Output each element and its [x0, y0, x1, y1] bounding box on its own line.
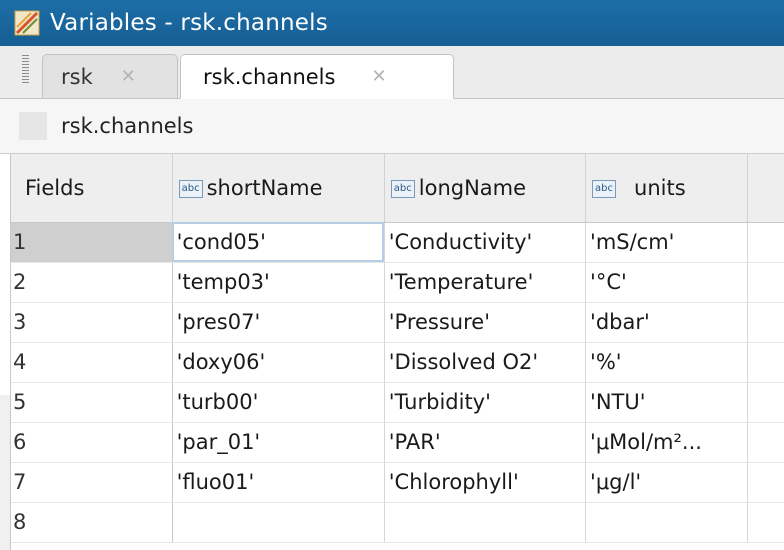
- table-row[interactable]: 6 'par_01' 'PAR' 'μMol/m²...: [11, 422, 784, 463]
- close-icon[interactable]: ✕: [121, 66, 136, 87]
- table-cell[interactable]: 'mS/cm': [585, 222, 748, 263]
- table-cell[interactable]: [747, 262, 784, 303]
- table-cell[interactable]: '°C': [585, 262, 748, 303]
- row-number[interactable]: 3: [11, 302, 173, 343]
- table-row[interactable]: 4 'doxy06' 'Dissolved O2' '%': [11, 342, 784, 383]
- row-number[interactable]: 7: [11, 462, 173, 503]
- row-number[interactable]: 4: [11, 342, 173, 383]
- table-row[interactable]: 8: [11, 502, 784, 543]
- tab-rsk-channels[interactable]: rsk.channels ✕: [180, 54, 454, 99]
- window-titlebar[interactable]: Variables - rsk.channels: [0, 0, 784, 46]
- table-cell[interactable]: [747, 462, 784, 503]
- row-number[interactable]: 2: [11, 262, 173, 303]
- table-cell[interactable]: 'par_01': [172, 422, 385, 463]
- table-cell[interactable]: [747, 342, 784, 383]
- table-cell[interactable]: 'cond05': [172, 222, 385, 263]
- table-cell[interactable]: 'Pressure': [384, 302, 587, 343]
- table-cell[interactable]: 'μMol/m²...: [585, 422, 748, 463]
- table-cell[interactable]: [747, 302, 784, 343]
- table-row[interactable]: 7 'fluo01' 'Chlorophyll' 'μg/l': [11, 462, 784, 503]
- drag-grip-icon[interactable]: [22, 55, 29, 83]
- column-label: longName: [418, 175, 527, 200]
- table-cell[interactable]: 'Turbidity': [384, 382, 587, 423]
- fields-header[interactable]: Fields: [11, 154, 173, 223]
- column-label: shortName: [206, 175, 323, 200]
- row-number[interactable]: 5: [11, 382, 173, 423]
- table-cell[interactable]: 'dbar': [585, 302, 748, 343]
- table-cell[interactable]: 'temp03': [172, 262, 385, 303]
- table-cell[interactable]: [747, 222, 784, 263]
- row-number[interactable]: 8: [11, 502, 173, 543]
- column-header-units[interactable]: abc units: [585, 154, 748, 223]
- column-header-longname[interactable]: abc longName: [384, 154, 587, 223]
- close-icon[interactable]: ✕: [371, 66, 386, 87]
- table-cell[interactable]: 'doxy06': [172, 342, 385, 383]
- table-row[interactable]: 2 'temp03' 'Temperature' '°C': [11, 262, 784, 303]
- table-cell[interactable]: 'μg/l': [585, 462, 748, 503]
- table-row[interactable]: 3 'pres07' 'Pressure' 'dbar': [11, 302, 784, 343]
- table-cell[interactable]: [172, 502, 385, 543]
- table-cell[interactable]: [747, 502, 784, 543]
- table-cell[interactable]: '%': [585, 342, 748, 383]
- tab-label: rsk: [61, 64, 93, 89]
- table-cell[interactable]: [585, 502, 748, 543]
- tab-strip: rsk ✕ rsk.channels ✕: [0, 46, 784, 99]
- struct-array-table[interactable]: Fields abc shortName abc longName abc units…: [11, 154, 784, 543]
- table-cell[interactable]: 'turb00': [172, 382, 385, 423]
- row-number[interactable]: 6: [11, 422, 173, 463]
- row-number[interactable]: 1: [11, 222, 173, 263]
- table-row[interactable]: 1 'cond05' 'Conductivity' 'mS/cm': [11, 222, 784, 263]
- table-cell[interactable]: 'PAR': [384, 422, 587, 463]
- table-row[interactable]: 5 'turb00' 'Turbidity' 'NTU': [11, 382, 784, 423]
- table-cell[interactable]: 'fluo01': [172, 462, 385, 503]
- variable-grid[interactable]: Fields abc shortName abc longName abc units…: [10, 154, 784, 550]
- variables-editor-icon: [14, 10, 40, 36]
- variable-path: rsk.channels: [61, 114, 194, 138]
- table-cell[interactable]: 'Dissolved O2': [384, 342, 587, 383]
- table-cell[interactable]: 'pres07': [172, 302, 385, 343]
- table-cell[interactable]: 'Conductivity': [384, 222, 587, 263]
- table-cell[interactable]: [747, 422, 784, 463]
- window-title: Variables - rsk.channels: [50, 10, 328, 36]
- tab-rsk[interactable]: rsk ✕: [42, 54, 178, 98]
- table-cell[interactable]: [384, 502, 587, 543]
- column-header-shortname[interactable]: abc shortName: [172, 154, 385, 223]
- table-cell[interactable]: 'Temperature': [384, 262, 587, 303]
- variable-path-bar: rsk.channels: [0, 99, 784, 154]
- tab-label: rsk.channels: [203, 64, 336, 89]
- table-cell[interactable]: [747, 382, 784, 423]
- char-type-icon: abc: [592, 179, 617, 198]
- char-type-icon: abc: [390, 179, 415, 198]
- struct-icon: [19, 112, 47, 140]
- char-type-icon: abc: [178, 179, 203, 198]
- empty-column-header[interactable]: [747, 154, 784, 223]
- table-cell[interactable]: 'NTU': [585, 382, 748, 423]
- column-label: units: [634, 175, 686, 200]
- table-cell[interactable]: 'Chlorophyll': [384, 462, 587, 503]
